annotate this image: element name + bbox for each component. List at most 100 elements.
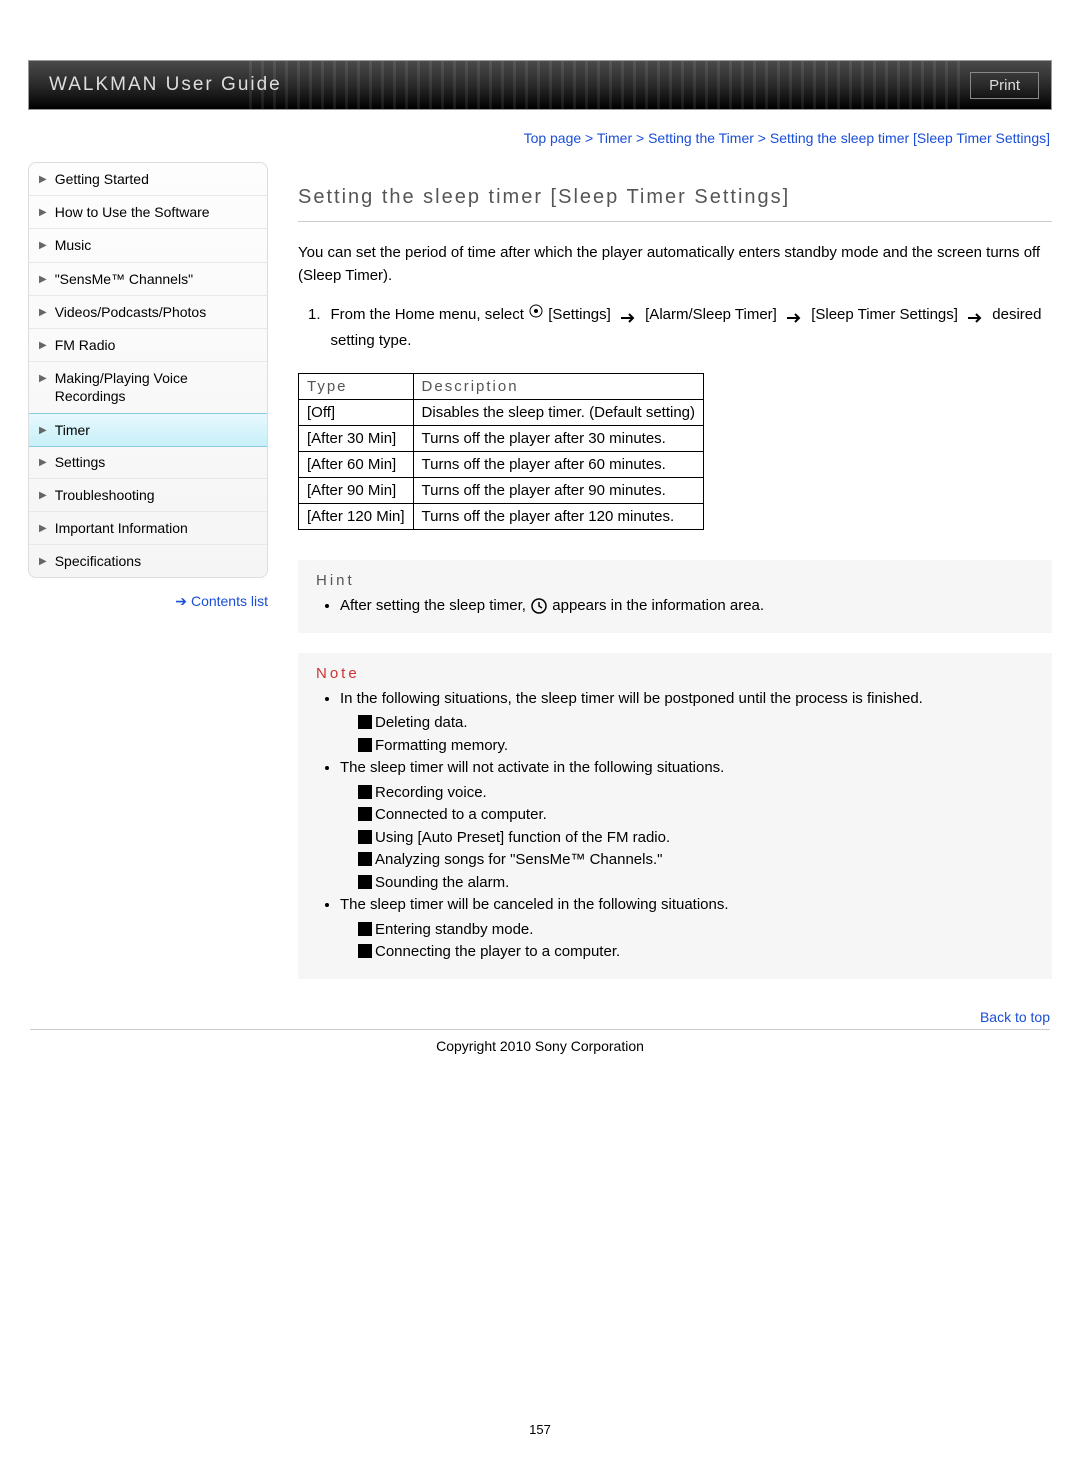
header-title: WALKMAN User Guide <box>29 74 282 96</box>
table-header-description: Description <box>413 374 703 400</box>
sidebar-nav: ▶ Getting Started ▶ How to Use the Softwar… <box>28 162 268 578</box>
note-subitem: Connected to a computer. <box>358 804 1034 827</box>
note-list: In the following situations, the sleep t… <box>316 688 1034 964</box>
chevron-right-icon: ▶ <box>39 489 47 502</box>
hint-text: After setting the sleep timer, <box>340 597 530 614</box>
sidebar-item-specifications[interactable]: ▶ Specifications <box>29 545 267 577</box>
sidebar-item-getting-started[interactable]: ▶ Getting Started <box>29 163 267 196</box>
sidebar-item-label: FM Radio <box>55 336 116 354</box>
sidebar-item-label: Troubleshooting <box>55 486 155 504</box>
chevron-right-icon: ▶ <box>39 372 47 385</box>
table-row: [After 120 Min]Turns off the player afte… <box>299 504 704 530</box>
note-text: In the following situations, the sleep t… <box>340 690 923 707</box>
table-header-type: Type <box>299 374 414 400</box>
options-table: Type Description [Off]Disables the sleep… <box>298 373 704 530</box>
note-subitem: Using [Auto Preset] function of the FM r… <box>358 827 1034 850</box>
chevron-right-icon: ▶ <box>39 555 47 568</box>
sidebar-item-sensme[interactable]: ▶"SensMe™ Channels" <box>29 263 267 296</box>
sidebar-item-fm-radio[interactable]: ▶ FM Radio <box>29 329 267 362</box>
page-number: 157 <box>0 1422 1080 1437</box>
note-subitem: Connecting the player to a computer. <box>358 941 1034 964</box>
step-text: [Settings] <box>548 306 615 323</box>
sidebar-item-settings[interactable]: ▶ Settings <box>29 446 267 479</box>
sidebar-item-software[interactable]: ▶ How to Use the Software <box>29 196 267 229</box>
note-text: The sleep timer will be canceled in the … <box>340 896 729 913</box>
sidebar-item-label: Music <box>55 236 92 254</box>
back-to-top-link[interactable]: Back to top <box>30 1009 1050 1030</box>
chevron-right-icon: ▶ <box>39 273 47 286</box>
note-subitem: Analyzing songs for "SensMe™ Channels." <box>358 849 1034 872</box>
arrow-right-icon <box>619 308 637 322</box>
sidebar-item-videos[interactable]: ▶ Videos/Podcasts/Photos <box>29 296 267 329</box>
table-cell: Turns off the player after 60 minutes. <box>413 452 703 478</box>
hint-item: After setting the sleep timer, appears i… <box>340 595 1034 618</box>
hint-title: Hint <box>316 572 1034 589</box>
clock-icon <box>530 597 548 615</box>
note-sublist: Recording voice. Connected to a computer… <box>340 782 1034 895</box>
breadcrumb[interactable]: Top page > Timer > Setting the Timer > S… <box>30 130 1050 146</box>
arrow-right-icon <box>785 308 803 322</box>
note-subitem: Formatting memory. <box>358 735 1034 758</box>
header-bar: WALKMAN User Guide Print <box>28 60 1052 110</box>
breadcrumb-text[interactable]: Top page > Timer > Setting the Timer > S… <box>524 130 1050 146</box>
print-button[interactable]: Print <box>970 72 1039 99</box>
note-item: In the following situations, the sleep t… <box>340 688 1034 758</box>
sidebar-item-label: Videos/Podcasts/Photos <box>55 303 207 321</box>
arrow-right-icon <box>966 308 984 322</box>
back-to-top-label: Back to top <box>980 1009 1050 1025</box>
sidebar-item-label: How to Use the Software <box>55 203 210 221</box>
chevron-right-icon: ▶ <box>39 456 47 469</box>
hint-box: Hint After setting the sleep timer, appe… <box>298 560 1052 633</box>
step-text: [Alarm/Sleep Timer] <box>645 306 781 323</box>
sidebar-item-label: Important Information <box>55 519 188 537</box>
note-item: The sleep timer will be canceled in the … <box>340 894 1034 964</box>
chevron-right-icon: ▶ <box>39 173 47 186</box>
note-subitem: Recording voice. <box>358 782 1034 805</box>
sidebar-item-important[interactable]: ▶ Important Information <box>29 512 267 545</box>
table-cell: Turns off the player after 30 minutes. <box>413 426 703 452</box>
table-row: [After 90 Min]Turns off the player after… <box>299 478 704 504</box>
chevron-right-icon: ▶ <box>39 424 47 437</box>
gear-icon <box>528 302 544 328</box>
step-number: 1. <box>308 302 321 353</box>
table-cell: [After 30 Min] <box>299 426 414 452</box>
sidebar-item-label: Making/Playing Voice Recordings <box>55 369 257 405</box>
sidebar-item-music[interactable]: ▶ Music <box>29 229 267 262</box>
note-sublist: Deleting data. Formatting memory. <box>340 712 1034 757</box>
sidebar-item-troubleshooting[interactable]: ▶ Troubleshooting <box>29 479 267 512</box>
intro-text: You can set the period of time after whi… <box>298 242 1052 287</box>
hint-list: After setting the sleep timer, appears i… <box>316 595 1034 618</box>
chevron-right-icon: ▶ <box>39 522 47 535</box>
table-row: [After 60 Min]Turns off the player after… <box>299 452 704 478</box>
chevron-right-icon: ▶ <box>39 339 47 352</box>
contents-list-label: Contents list <box>191 593 268 609</box>
table-header-row: Type Description <box>299 374 704 400</box>
note-box: Note In the following situations, the sl… <box>298 653 1052 979</box>
note-sublist: Entering standby mode. Connecting the pl… <box>340 919 1034 964</box>
hint-text: appears in the information area. <box>552 597 764 614</box>
step-text: [Sleep Timer Settings] <box>811 306 962 323</box>
page-title: Setting the sleep timer [Sleep Timer Set… <box>298 186 1052 222</box>
table-cell: Disables the sleep timer. (Default setti… <box>413 400 703 426</box>
chevron-right-icon: ▶ <box>39 206 47 219</box>
chevron-right-icon: ▶ <box>39 239 47 252</box>
sidebar-item-voice[interactable]: ▶ Making/Playing Voice Recordings <box>29 362 267 413</box>
chevron-right-icon: ▶ <box>39 306 47 319</box>
note-subitem: Entering standby mode. <box>358 919 1034 942</box>
sidebar-item-label: Getting Started <box>55 170 149 188</box>
sidebar-item-label: Timer <box>55 421 90 439</box>
sidebar-item-timer[interactable]: ▶ Timer <box>28 413 268 447</box>
sidebar-item-label: Settings <box>55 453 106 471</box>
note-item: The sleep timer will not activate in the… <box>340 757 1034 894</box>
table-cell: [Off] <box>299 400 414 426</box>
contents-list-link[interactable]: ➔Contents list <box>28 593 268 610</box>
arrow-right-icon: ➔ <box>175 593 187 609</box>
note-title: Note <box>316 665 1034 682</box>
step-1: 1. From the Home menu, select [Settings]… <box>298 302 1052 353</box>
table-cell: [After 90 Min] <box>299 478 414 504</box>
table-cell: Turns off the player after 90 minutes. <box>413 478 703 504</box>
table-cell: [After 60 Min] <box>299 452 414 478</box>
step-content: From the Home menu, select [Settings] [A… <box>331 302 1052 353</box>
table-cell: Turns off the player after 120 minutes. <box>413 504 703 530</box>
sidebar-item-label: Specifications <box>55 552 141 570</box>
